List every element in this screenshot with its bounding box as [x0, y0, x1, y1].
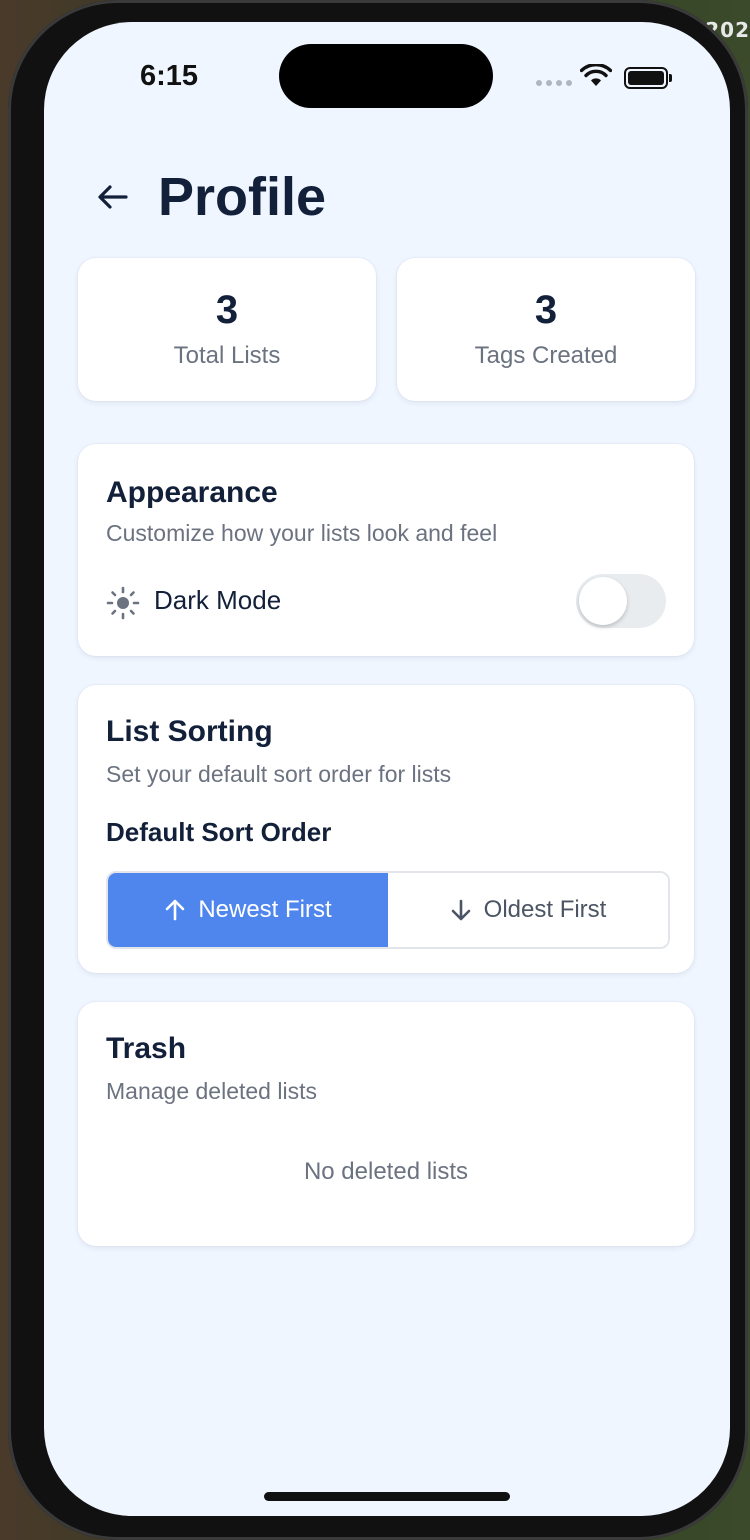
- stat-card-total-lists: 3 Total Lists: [78, 258, 376, 401]
- arrow-up-icon: [166, 899, 185, 921]
- newest-first-label: Newest First: [198, 896, 332, 923]
- dark-mode-label: Dark Mode: [154, 585, 282, 615]
- dark-mode-toggle[interactable]: [576, 574, 666, 628]
- list-sorting-title: List Sorting: [106, 715, 273, 748]
- dynamic-island: [279, 44, 493, 108]
- appearance-card: Appearance Customize how your lists look…: [78, 444, 694, 656]
- trash-subtitle: Manage deleted lists: [106, 1078, 317, 1104]
- trash-card: Trash Manage deleted lists No deleted li…: [78, 1002, 694, 1246]
- stat-label: Total Lists: [173, 342, 281, 369]
- stat-label: Tags Created: [474, 342, 618, 369]
- sun-icon: [106, 586, 140, 620]
- cellular-signal-icon: [536, 80, 572, 86]
- toggle-knob: [579, 577, 627, 625]
- oldest-first-button[interactable]: Oldest First: [388, 873, 668, 947]
- stat-value: 3: [215, 288, 239, 332]
- newest-first-button[interactable]: Newest First: [108, 873, 388, 947]
- wifi-icon: [580, 64, 612, 86]
- appearance-subtitle: Customize how your lists look and feel: [106, 520, 498, 546]
- status-time: 6:15: [140, 60, 199, 92]
- appearance-title: Appearance: [106, 476, 278, 509]
- sort-order-segmented-control: Newest First Oldest First: [106, 871, 670, 949]
- page-title: Profile: [158, 167, 327, 227]
- oldest-first-label: Oldest First: [483, 896, 607, 923]
- app-screen: 6:15 Profile 3 Total Lists 3 Tags Create…: [44, 22, 730, 1516]
- back-arrow-icon[interactable]: [96, 182, 130, 212]
- phone-frame: 6:15 Profile 3 Total Lists 3 Tags Create…: [8, 0, 748, 1540]
- stat-value: 3: [534, 288, 558, 332]
- battery-icon: [624, 67, 672, 89]
- list-sorting-subtitle: Set your default sort order for lists: [106, 761, 452, 787]
- list-sorting-card: List Sorting Set your default sort order…: [78, 685, 694, 973]
- stat-card-tags-created: 3 Tags Created: [397, 258, 695, 401]
- arrow-down-icon: [451, 899, 470, 921]
- home-indicator[interactable]: [264, 1492, 510, 1501]
- default-sort-order-label: Default Sort Order: [106, 817, 332, 847]
- trash-title: Trash: [106, 1032, 187, 1065]
- trash-empty-message: No deleted lists: [303, 1158, 469, 1185]
